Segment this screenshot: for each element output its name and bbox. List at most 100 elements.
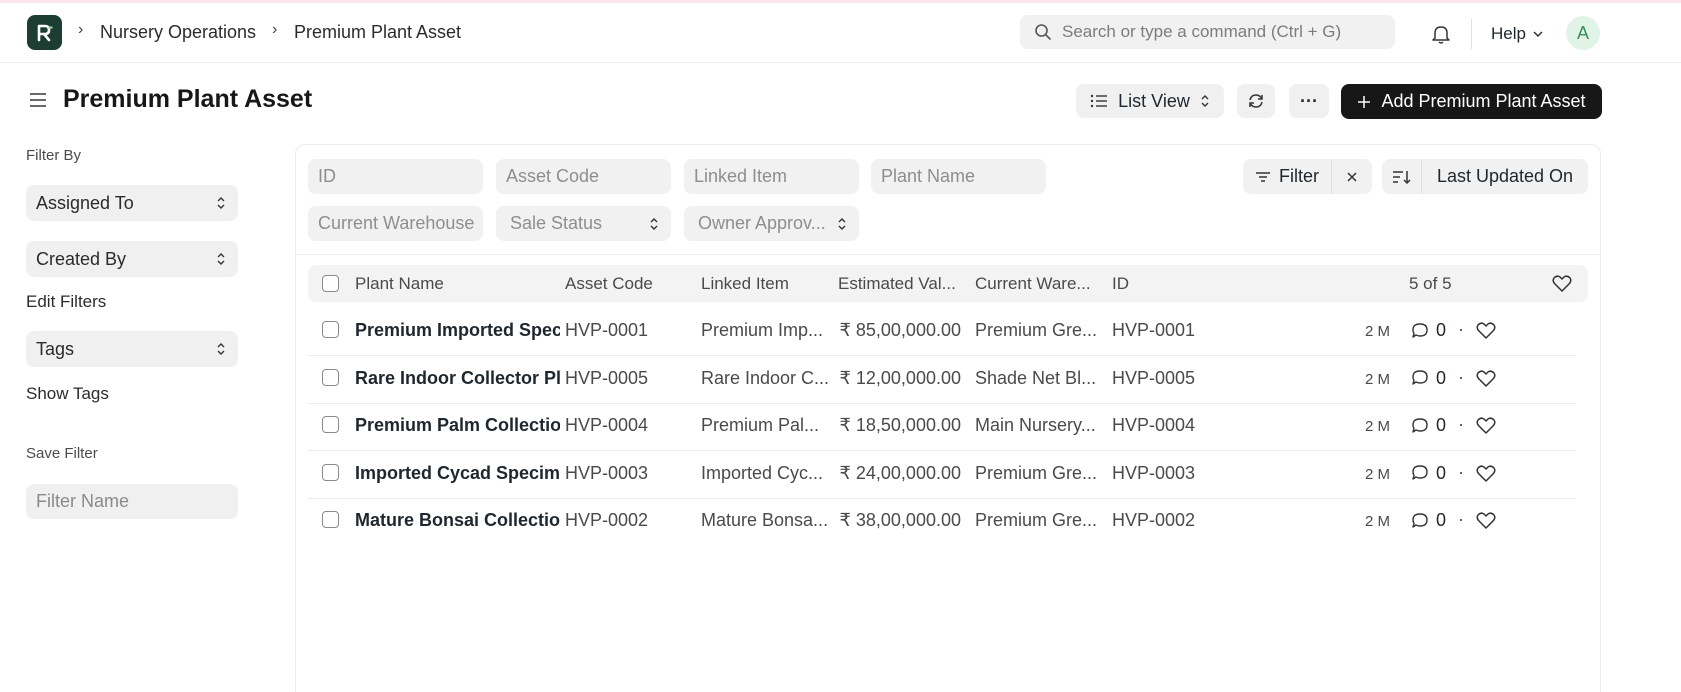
row-checkbox[interactable] <box>322 416 339 433</box>
cell-id: HVP-0004 <box>1112 415 1196 435</box>
sort-button-group: Last Updated On <box>1382 159 1588 194</box>
app-logo[interactable] <box>27 15 62 50</box>
add-button-label: Add Premium Plant Asset <box>1381 91 1586 111</box>
header-current-warehouse[interactable]: Current Ware... <box>975 274 1091 294</box>
refresh-button[interactable] <box>1237 84 1275 118</box>
cell-current-warehouse: Main Nursery... <box>975 415 1096 435</box>
notification-bell-icon[interactable] <box>1430 23 1452 45</box>
cell-id: HVP-0002 <box>1112 510 1196 530</box>
cell-current-warehouse: Shade Net Bl... <box>975 367 1097 388</box>
comment-count-value: 0 <box>1436 415 1447 435</box>
cell-current-warehouse: Premium Gre... <box>975 320 1098 340</box>
asset-code-filter-input[interactable] <box>496 159 671 194</box>
sort-direction-button[interactable] <box>1382 159 1422 194</box>
sort-field-selector[interactable]: Last Updated On <box>1422 159 1588 194</box>
table-row[interactable]: Premium Palm Collection HVP-0004 Premium P… <box>308 400 1576 451</box>
header-id[interactable]: ID <box>1112 274 1129 294</box>
updown-chevron-icon <box>217 253 225 265</box>
comment-icon <box>1412 417 1428 433</box>
assigned-to-label: Assigned To <box>36 192 134 213</box>
row-checkbox[interactable] <box>322 511 339 528</box>
linked-item-filter-input[interactable] <box>684 159 859 194</box>
edit-filters-link[interactable]: Edit Filters <box>26 292 106 312</box>
owner-approval-filter-select[interactable]: Owner Approv... <box>684 206 859 241</box>
comment-count[interactable]: 0 <box>1410 415 1446 436</box>
more-actions-button[interactable]: ··· <box>1289 84 1329 118</box>
cell-linked-item: Premium Imp... <box>701 320 824 340</box>
sale-status-filter-select[interactable]: Sale Status <box>496 206 671 241</box>
navbar: › Nursery Operations › Premium Plant Ass… <box>0 3 1681 63</box>
chevron-right-icon: › <box>272 21 278 38</box>
avatar[interactable]: A <box>1566 16 1600 50</box>
cell-id: HVP-0005 <box>1112 367 1196 388</box>
filter-button-group: Filter <box>1243 159 1372 194</box>
tags-select[interactable]: Tags <box>26 331 238 367</box>
plant-name-filter-input[interactable] <box>871 159 1046 194</box>
cell-modified-time: 2 M <box>1365 513 1391 530</box>
heart-icon[interactable] <box>1551 273 1573 295</box>
header-estimated-value[interactable]: Estimated Val... <box>838 274 956 294</box>
table-row[interactable]: Premium Imported SpecimenHVP-0001Premium… <box>308 305 1576 356</box>
comment-count[interactable]: 0 <box>1410 463 1446 484</box>
heart-icon[interactable] <box>1475 463 1497 485</box>
cell-plant-name[interactable]: Premium Imported Specimen <box>355 320 560 341</box>
sale-status-label: Sale Status <box>510 213 603 233</box>
row-checkbox[interactable] <box>322 321 339 338</box>
comment-count[interactable]: 0 <box>1410 510 1446 531</box>
updown-chevron-icon <box>650 217 658 230</box>
list-view-label: List View <box>1118 90 1190 111</box>
cell-asset-code: HVP-0004 <box>565 415 649 435</box>
filter-name-input[interactable] <box>26 484 238 519</box>
header-linked-item[interactable]: Linked Item <box>701 274 789 294</box>
comment-count[interactable]: 0 <box>1410 368 1446 389</box>
cell-modified-time: 2 M <box>1365 465 1391 483</box>
cell-plant-name[interactable]: Mature Bonsai Collection <box>355 510 560 531</box>
cell-current-warehouse: Premium Gre... <box>975 462 1098 483</box>
cell-estimated-value: ₹ 38,00,000.00 <box>839 510 961 530</box>
cell-modified-time: 2 M <box>1365 323 1391 340</box>
list-view-switcher[interactable]: List View <box>1076 84 1224 118</box>
cell-linked-item: Imported Cyc... <box>701 462 824 483</box>
search-bar[interactable] <box>1020 15 1395 49</box>
table-row[interactable]: Rare Indoor Collector PlantHVP-0005Rare … <box>308 353 1576 404</box>
sidebar-toggle-icon[interactable] <box>28 90 48 110</box>
table-row[interactable]: Imported Cycad Specimen HVP-0003 Imported … <box>308 448 1576 499</box>
comment-count[interactable]: 0 <box>1410 320 1446 341</box>
add-premium-plant-asset-button[interactable]: Add Premium Plant Asset <box>1341 84 1602 119</box>
heart-icon[interactable] <box>1475 368 1497 390</box>
close-icon <box>1347 171 1357 182</box>
heart-icon[interactable] <box>1475 415 1497 437</box>
comment-icon <box>1412 322 1428 338</box>
cell-plant-name[interactable]: Premium Palm Collection <box>355 415 560 436</box>
record-count: 5 of 5 <box>1409 274 1452 293</box>
current-warehouse-filter-input[interactable] <box>308 206 483 241</box>
filter-button[interactable]: Filter <box>1243 159 1332 194</box>
row-checkbox[interactable] <box>322 368 339 386</box>
cell-modified-time: 2 M <box>1365 370 1391 388</box>
id-filter-input[interactable] <box>308 159 483 194</box>
header-plant-name[interactable]: Plant Name <box>355 274 444 294</box>
assigned-to-select[interactable]: Assigned To <box>26 185 238 221</box>
breadcrumb-premium-plant-asset[interactable]: Premium Plant Asset <box>294 22 461 43</box>
breadcrumb-nursery-operations[interactable]: Nursery Operations <box>100 22 256 43</box>
comment-count-value: 0 <box>1436 462 1447 483</box>
row-checkbox[interactable] <box>322 463 339 481</box>
cell-plant-name[interactable]: Rare Indoor Collector Plant <box>355 368 560 389</box>
table-row[interactable]: Mature Bonsai Collection HVP-0002 Mature B… <box>308 495 1576 546</box>
show-tags-link[interactable]: Show Tags <box>26 384 109 404</box>
navbar-divider <box>1471 19 1472 49</box>
help-dropdown[interactable]: Help <box>1491 24 1544 44</box>
header-asset-code[interactable]: Asset Code <box>565 274 653 294</box>
clear-filters-button[interactable] <box>1332 159 1372 194</box>
comment-count-value: 0 <box>1436 510 1447 530</box>
cell-plant-name[interactable]: Imported Cycad Specimen <box>355 463 560 484</box>
heart-icon[interactable] <box>1475 510 1497 532</box>
list-panel: Sale Status Owner Approv... Filter <box>295 144 1601 692</box>
select-all-checkbox[interactable] <box>322 275 339 292</box>
cell-id: HVP-0003 <box>1112 462 1196 483</box>
heart-icon[interactable] <box>1475 320 1497 342</box>
comment-count-value: 0 <box>1436 367 1447 388</box>
search-input[interactable] <box>1062 22 1382 42</box>
updown-chevron-icon <box>217 343 225 355</box>
created-by-select[interactable]: Created By <box>26 241 238 277</box>
